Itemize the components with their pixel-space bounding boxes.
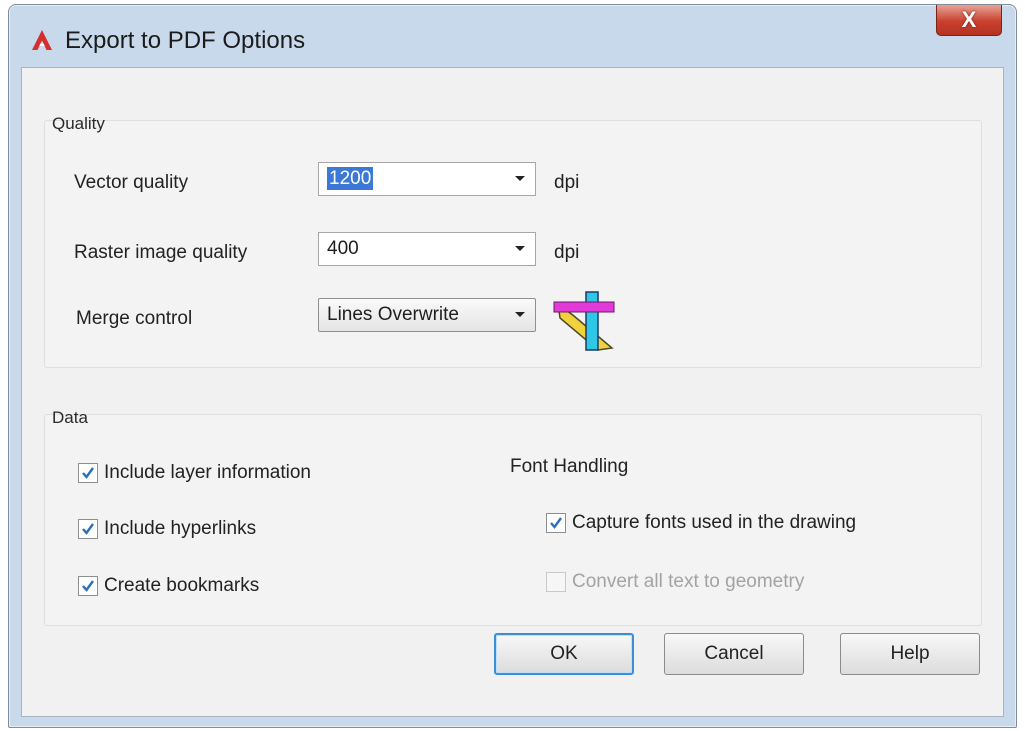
convert-text-checkbox[interactable]: Convert all text to geometry: [546, 571, 804, 593]
capture-fonts-label: Capture fonts used in the drawing: [572, 512, 857, 533]
ok-button[interactable]: OK: [494, 633, 634, 675]
dialog-window: Export to PDF Options X Quality Vector q…: [8, 4, 1017, 728]
title-bar[interactable]: Export to PDF Options X: [9, 5, 1016, 67]
quality-group-label: Quality: [52, 114, 105, 133]
chevron-down-icon[interactable]: [505, 299, 535, 331]
raster-quality-select[interactable]: 400: [318, 232, 536, 266]
vector-quality-label: Vector quality: [74, 172, 189, 193]
checkmark-icon: [78, 463, 98, 483]
autocad-a-icon: [32, 30, 52, 50]
raster-quality-value: 400: [327, 238, 359, 259]
help-button[interactable]: Help: [840, 633, 980, 675]
chevron-down-icon[interactable]: [505, 163, 535, 195]
window-title: Export to PDF Options: [65, 27, 306, 54]
include-hyperlinks-label: Include hyperlinks: [104, 518, 257, 539]
include-layer-checkbox[interactable]: Include layer information: [78, 462, 311, 484]
merge-control-select[interactable]: Lines Overwrite: [318, 298, 536, 332]
dialog-body: Quality Vector quality 1200 dpi Raster i…: [21, 67, 1004, 717]
convert-text-label: Convert all text to geometry: [572, 571, 805, 592]
close-icon: X: [961, 7, 977, 32]
include-hyperlinks-checkbox[interactable]: Include hyperlinks: [78, 518, 256, 540]
merge-control-value: Lines Overwrite: [327, 304, 459, 325]
vector-quality-select[interactable]: 1200: [318, 162, 536, 196]
cancel-button[interactable]: Cancel: [664, 633, 804, 675]
checkmark-icon: [78, 519, 98, 539]
data-group-label: Data: [52, 408, 88, 427]
checkmark-icon: [78, 576, 98, 596]
create-bookmarks-label: Create bookmarks: [104, 575, 260, 596]
font-handling-label: Font Handling: [510, 456, 629, 477]
create-bookmarks-checkbox[interactable]: Create bookmarks: [78, 575, 259, 597]
raster-quality-unit: dpi: [554, 242, 580, 263]
checkmark-icon: [546, 513, 566, 533]
vector-quality-value: 1200: [327, 167, 374, 190]
close-button[interactable]: X: [936, 5, 1002, 36]
merge-control-label: Merge control: [76, 308, 193, 329]
include-layer-label: Include layer information: [104, 462, 311, 483]
merge-lines-overwrite-icon: [553, 291, 615, 351]
vector-quality-unit: dpi: [554, 172, 580, 193]
capture-fonts-checkbox[interactable]: Capture fonts used in the drawing: [546, 512, 856, 534]
raster-quality-label: Raster image quality: [74, 242, 248, 263]
chevron-down-icon[interactable]: [505, 233, 535, 265]
